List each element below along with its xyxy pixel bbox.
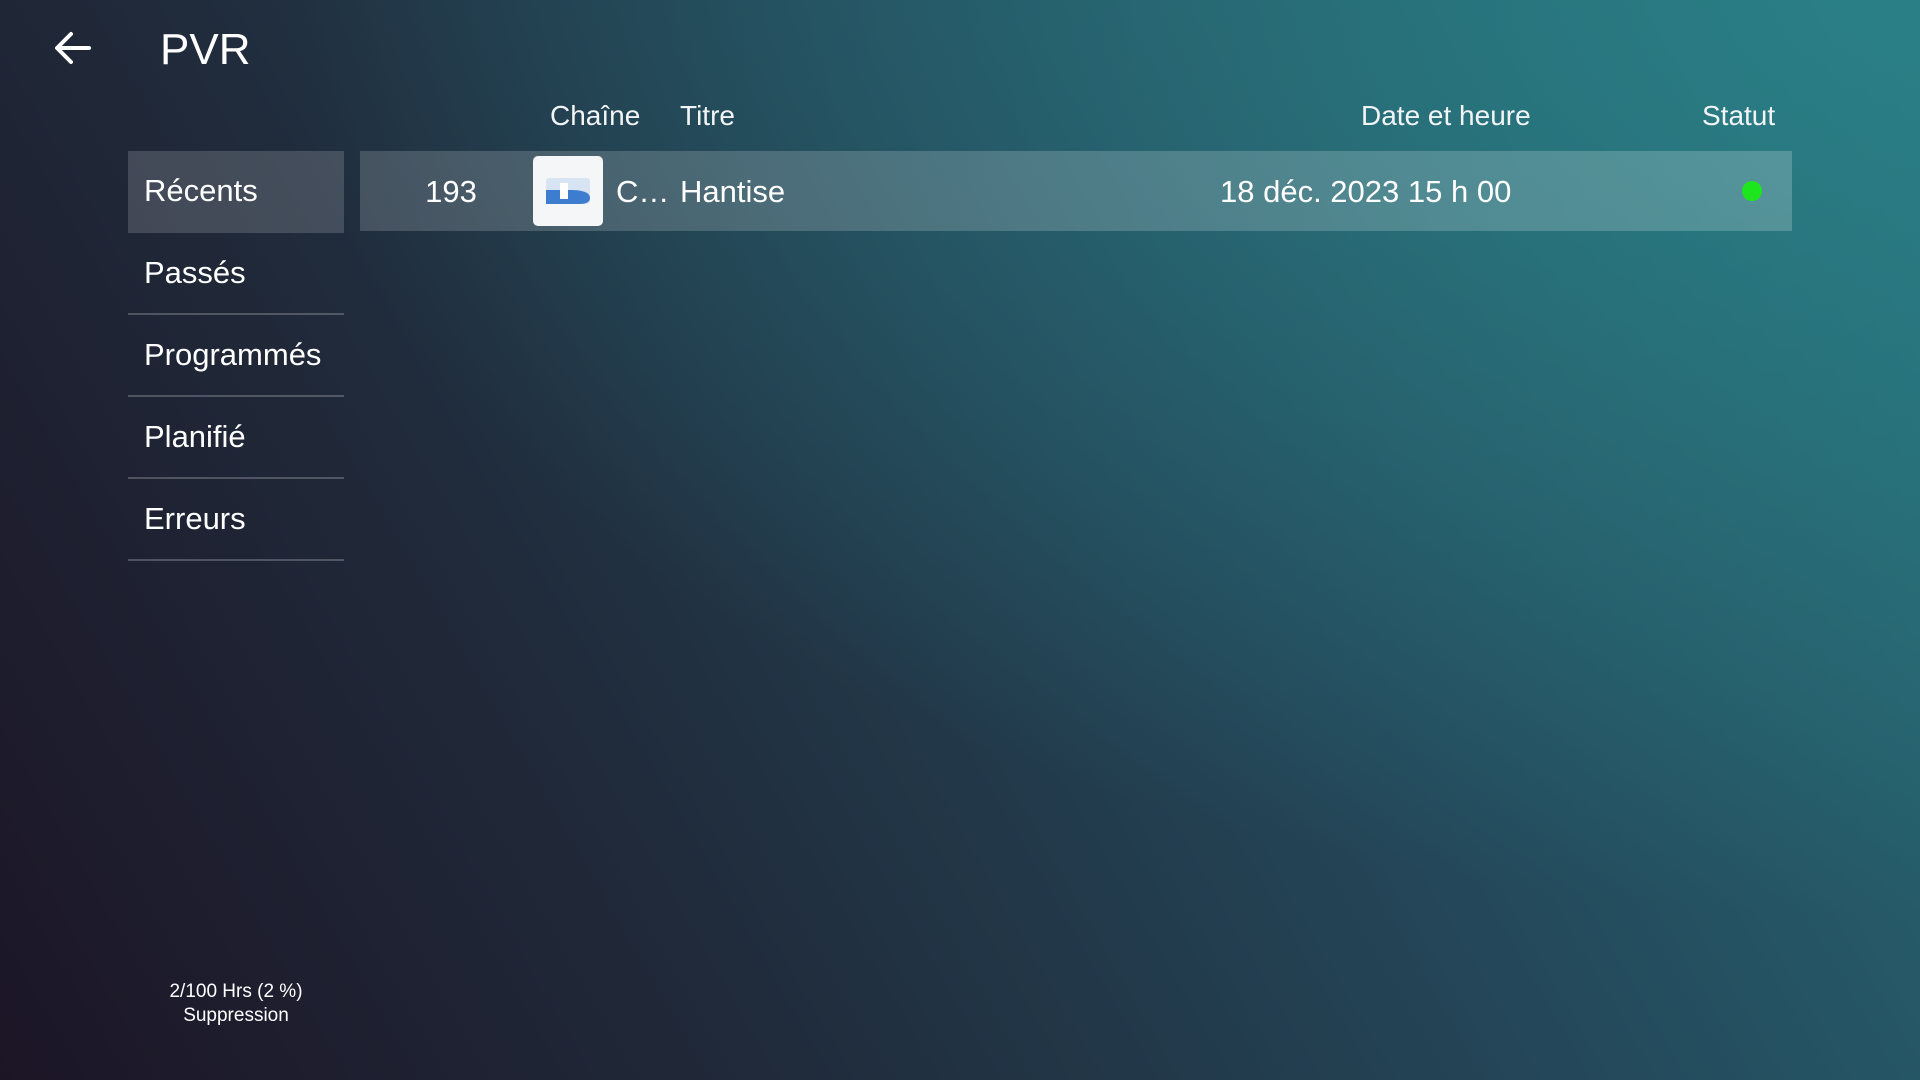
header-title: Titre <box>680 100 735 131</box>
recording-row[interactable]: 193 Ca… Hantise 18 déc. 2023 15 h 00 <box>360 151 1792 231</box>
sidebar-item-label: Planifié <box>144 419 246 454</box>
sidebar-item-erreurs[interactable]: Erreurs <box>128 479 344 561</box>
storage-info: 2/100 Hrs (2 %) Suppression <box>128 980 344 1028</box>
channel-number: 193 <box>425 174 477 209</box>
sidebar: Récents Passés Programmés Planifié Erreu… <box>128 151 344 561</box>
sidebar-item-label: Erreurs <box>144 501 246 536</box>
recording-datetime: 18 déc. 2023 15 h 00 <box>1220 174 1512 209</box>
recording-title: Hantise <box>680 174 786 209</box>
channel-d-logo-icon <box>533 156 603 226</box>
header-date: Date et heure <box>1361 100 1531 131</box>
channel-name: Ca… <box>616 174 678 209</box>
sidebar-item-planifie[interactable]: Planifié <box>128 397 344 479</box>
delete-button[interactable]: Suppression <box>128 1004 344 1028</box>
sidebar-item-passes[interactable]: Passés <box>128 233 344 315</box>
status-indicator <box>1742 181 1762 201</box>
sidebar-item-label: Programmés <box>144 337 322 372</box>
header-status: Statut <box>1702 100 1776 131</box>
arrow-left-icon <box>55 32 91 64</box>
header-channel: Chaîne <box>550 100 641 131</box>
storage-usage: 2/100 Hrs (2 %) <box>169 981 303 1002</box>
sidebar-item-recents[interactable]: Récents <box>128 151 344 233</box>
sidebar-item-label: Récents <box>144 173 258 208</box>
sidebar-item-programmes[interactable]: Programmés <box>128 315 344 397</box>
back-button[interactable] <box>48 24 96 72</box>
page-title: PVR <box>160 25 251 74</box>
sidebar-item-label: Passés <box>144 255 246 290</box>
